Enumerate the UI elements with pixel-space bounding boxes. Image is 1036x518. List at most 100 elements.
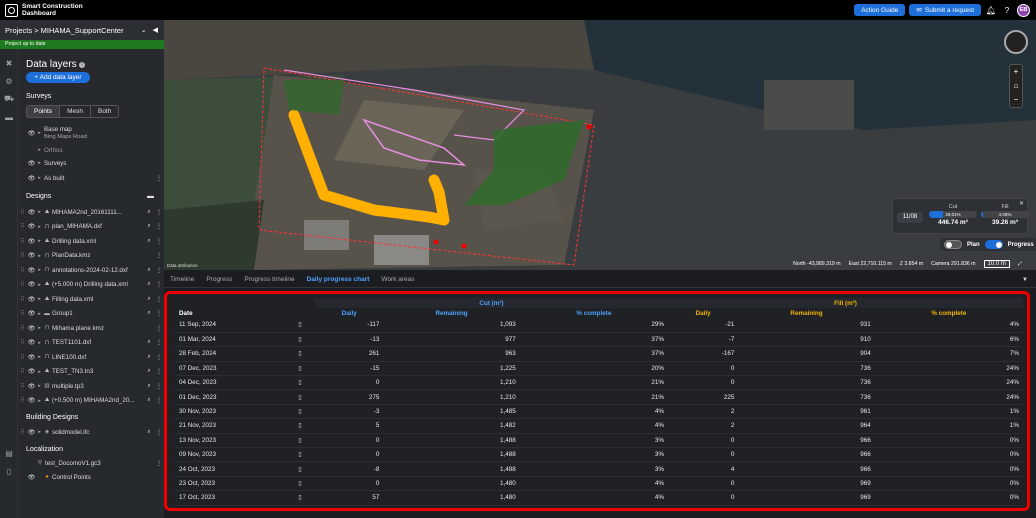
caret-right-icon[interactable]: ▸ <box>36 238 43 244</box>
map-view[interactable]: Data attribution + ⌂ − North -43,989.319… <box>164 20 1036 270</box>
report-icon[interactable]: ▤ <box>0 444 18 462</box>
drag-handle-icon[interactable]: ⠿ <box>18 281 27 288</box>
zoom-to-icon[interactable]: ⌕ <box>144 281 154 288</box>
more-icon[interactable]: ⋮ <box>154 460 164 467</box>
layer-basemap[interactable]: 👁︎ ▸ Base map Bing Maps Road <box>18 124 164 142</box>
progress-toggle[interactable] <box>984 240 1003 249</box>
compass-icon[interactable] <box>1004 30 1028 54</box>
caret-right-icon[interactable]: ▸ <box>36 253 43 259</box>
eye-icon[interactable]: 👁︎ <box>27 383 36 390</box>
chevron-down-icon[interactable]: ▼ <box>1022 277 1028 283</box>
home-icon[interactable]: ⌂ <box>1010 79 1022 93</box>
design-layer-item[interactable]: ⠿ 👁︎ ▸ ⛰ Filling data.xml ⌕ ⋮ <box>18 293 164 305</box>
document-icon[interactable]: ▯ <box>285 418 315 434</box>
layer-surveys[interactable]: 👁︎ ▸ Surveys <box>18 157 164 169</box>
eye-icon[interactable]: 👁︎ <box>27 238 36 245</box>
caret-right-icon[interactable]: ▸ <box>36 354 43 360</box>
more-icon[interactable]: ⋮ <box>154 383 164 390</box>
document-icon[interactable]: ▯ <box>285 461 315 477</box>
document-icon[interactable]: ▯ <box>285 433 315 449</box>
more-icon[interactable]: ⋮ <box>154 281 164 288</box>
submit-request-button[interactable]: ✉ Submit a request <box>909 4 981 16</box>
eye-icon[interactable]: 👁︎ <box>27 339 36 346</box>
app-logo[interactable]: Smart Construction Dashboard <box>5 3 92 17</box>
design-layer-item[interactable]: ⠿ 👁︎ ▸ ⛰ (+0.500 m) MIHAMA2nd_20... ⌕ ⋮ <box>18 395 164 407</box>
document-icon[interactable]: ▯ <box>285 361 315 377</box>
drag-handle-icon[interactable]: ⠿ <box>18 354 27 361</box>
document-icon[interactable]: ▯ <box>285 332 315 348</box>
plan-toggle[interactable] <box>944 240 962 249</box>
eye-icon[interactable]: 👁︎ <box>27 252 36 259</box>
caret-right-icon[interactable]: ▸ <box>36 267 43 273</box>
tab-work-areas[interactable]: Work areas <box>375 276 420 283</box>
drag-handle-icon[interactable]: ⠿ <box>18 238 27 245</box>
zoom-to-icon[interactable]: ⌕ <box>144 296 154 303</box>
design-layer-item[interactable]: ⠿ 👁︎ ▸ ⛰ Drilling data.xml ⌕ ⋮ <box>18 235 164 247</box>
drag-handle-icon[interactable]: ⠿ <box>18 397 27 404</box>
caret-right-icon[interactable]: ▸ <box>36 296 43 302</box>
add-data-layer-button[interactable]: + Add data layer <box>26 72 90 83</box>
zoom-to-icon[interactable]: ⌕ <box>144 429 154 436</box>
add-folder-icon[interactable]: ▬ <box>147 193 154 200</box>
more-icon[interactable]: ⋮ <box>154 354 164 361</box>
eye-icon[interactable]: 👁︎ <box>27 429 36 436</box>
caret-right-icon[interactable]: ▸ <box>36 311 43 317</box>
project-selector[interactable]: Projects > MIHAMA_SupportCenter ⌄ ◀ <box>0 20 164 40</box>
design-layer-item[interactable]: ⠿ 👁︎ ▸ ⊓ plan_MIHAMA.dxf ⌕ ⋮ <box>18 221 164 233</box>
layer-orthos[interactable]: ▸ Orthos <box>18 144 164 156</box>
design-layer-item[interactable]: ⠿ 👁︎ ▸ ⊓ annotations-2024-02-12.dxf ⌕ ⋮ <box>18 264 164 276</box>
design-layer-item[interactable]: ⠿ 👁︎ ▸ ⊓ TEST1101.dxf ⌕ ⋮ <box>18 337 164 349</box>
zoom-to-icon[interactable]: ⌕ <box>144 310 154 317</box>
eye-icon[interactable]: 👁︎ <box>27 368 36 375</box>
cut-fill-date[interactable]: 11/08 <box>897 212 923 223</box>
seg-both[interactable]: Both <box>91 106 118 117</box>
more-icon[interactable]: ⋮ <box>154 296 164 303</box>
tab-progress-timeline[interactable]: Progress timeline <box>238 276 300 283</box>
action-guide-button[interactable]: Action Guide <box>854 4 906 16</box>
caret-right-icon[interactable]: ▸ <box>36 160 43 166</box>
design-layer-item[interactable]: ⠿ 👁︎ ▸ ⛰ TEST_TN3.tn3 ⌕ ⋮ <box>18 366 164 378</box>
design-layer-item[interactable]: ⠿ 👁︎ ▸ ⛰ MIHAMA2nd_20161111... ⌕ ⋮ <box>18 206 164 218</box>
info-icon[interactable]: i <box>79 62 85 68</box>
design-layer-item[interactable]: ⠿ 👁︎ ▸ ▥ multiple.tp3 ⌕ ⋮ <box>18 380 164 392</box>
eye-icon[interactable]: 👁︎ <box>27 354 36 361</box>
eye-icon[interactable]: 👁︎ <box>27 130 36 137</box>
more-icon[interactable]: ⋮ <box>154 368 164 375</box>
document-icon[interactable]: ▯ <box>0 462 18 480</box>
document-icon[interactable]: ▯ <box>285 375 315 391</box>
zoom-to-icon[interactable]: ⌕ <box>144 397 154 404</box>
eye-icon[interactable]: 👁︎ <box>27 474 36 481</box>
document-icon[interactable]: ▯ <box>285 490 315 506</box>
eye-icon[interactable]: 👁︎ <box>27 397 36 404</box>
more-icon[interactable]: ⋮ <box>154 223 164 230</box>
drag-handle-icon[interactable]: ⠿ <box>18 296 27 303</box>
zoom-to-icon[interactable]: ⌕ <box>144 209 154 216</box>
document-icon[interactable]: ▯ <box>285 389 315 405</box>
map-attribution[interactable]: Data attribution <box>167 263 198 268</box>
tab-progress[interactable]: Progress <box>200 276 238 283</box>
more-icon[interactable]: ⋮ <box>154 267 164 274</box>
collapse-panel-icon[interactable]: ◀ <box>153 26 158 34</box>
eye-icon[interactable]: 👁︎ <box>27 281 36 288</box>
layer-as-built[interactable]: 👁︎ ▸ As built ⋮ <box>18 172 164 184</box>
more-icon[interactable]: ⋮ <box>154 429 164 436</box>
drag-handle-icon[interactable]: ⠿ <box>18 325 27 332</box>
document-icon[interactable]: ▯ <box>285 318 315 333</box>
caret-right-icon[interactable]: ▸ <box>36 147 43 153</box>
folder-icon[interactable]: ▬ <box>0 108 18 126</box>
settings-icon[interactable]: ⚙ <box>0 72 18 90</box>
zoom-in-button[interactable]: + <box>1010 65 1022 79</box>
tools-icon[interactable]: ✖ <box>0 54 18 72</box>
design-layer-item[interactable]: ⠿ 👁︎ ▸ ▬ Group1 ⌕ ⋮ <box>18 308 164 320</box>
control-points[interactable]: 👁︎ ● Control Points <box>18 471 164 483</box>
caret-right-icon[interactable]: ▸ <box>36 175 43 181</box>
zoom-out-button[interactable]: − <box>1010 93 1022 107</box>
eye-icon[interactable]: 👁︎ <box>27 310 36 317</box>
eye-icon[interactable]: 👁︎ <box>27 267 36 274</box>
drag-handle-icon[interactable]: ⠿ <box>18 252 27 259</box>
caret-right-icon[interactable]: ▸ <box>36 282 43 288</box>
drag-handle-icon[interactable]: ⠿ <box>18 209 27 216</box>
caret-right-icon[interactable]: ▸ <box>36 209 43 215</box>
caret-right-icon[interactable]: ▸ <box>36 383 43 389</box>
zoom-to-icon[interactable]: ⌕ <box>144 383 154 390</box>
